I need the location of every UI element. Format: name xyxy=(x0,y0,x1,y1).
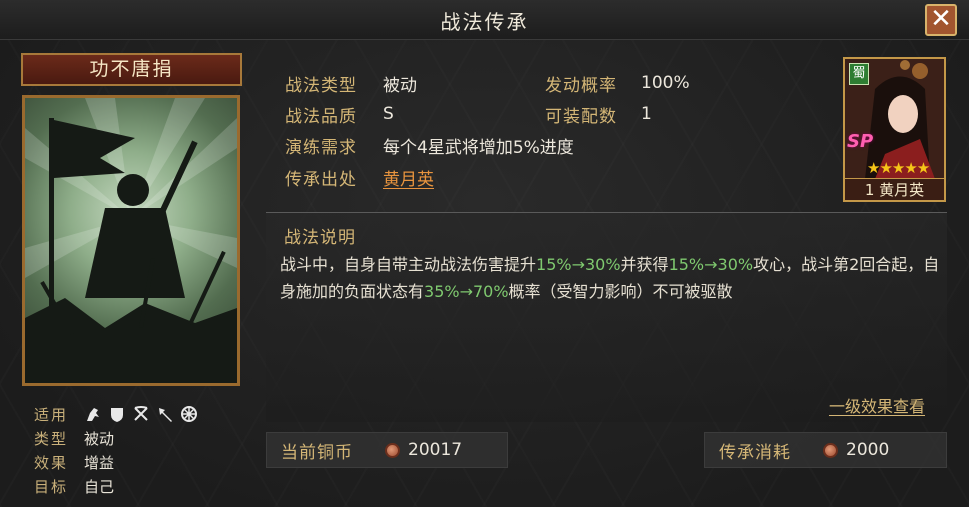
meta-key: 目标 xyxy=(34,477,69,496)
desc-highlight: 15%→30% xyxy=(668,255,754,274)
title-bar: 战法传承 ✕ xyxy=(0,0,969,40)
siege-wheel-icon xyxy=(180,405,198,423)
sp-tag: SP xyxy=(847,131,874,152)
skill-name: 功不唐捐 xyxy=(21,53,242,86)
meta-value: 自己 xyxy=(84,477,115,496)
skill-artwork xyxy=(22,95,240,386)
info-requirement: 演练需求 每个4星武将增加5%进度 xyxy=(285,132,574,158)
info-source: 传承出处 黄月英 xyxy=(285,164,434,190)
meta-row-effect: 效果 增益 xyxy=(34,450,198,474)
info-probability: 发动概率 100% xyxy=(545,70,690,96)
meta-row-target: 目标 自己 xyxy=(34,474,198,498)
desc-part: 概率（受智力影响）不可被驱散 xyxy=(508,282,733,301)
current-coin-box: 当前铜币 20017 xyxy=(266,432,508,468)
cavalry-icon xyxy=(84,405,102,423)
copper-coin-icon xyxy=(823,442,838,458)
cost-label: 传承消耗 xyxy=(719,442,791,463)
meta-row-type: 类型 被动 xyxy=(34,426,198,450)
equip-label: 可装配数 xyxy=(545,106,617,127)
desc-highlight: 15%→30% xyxy=(536,255,621,274)
coin-label: 当前铜币 xyxy=(281,442,353,463)
inherit-cost-box: 传承消耗 2000 xyxy=(704,432,947,468)
desc-part: 战斗中，自身自带主动战法伤害提升 xyxy=(280,255,537,274)
source-label: 传承出处 xyxy=(285,169,357,190)
meta-value: 增益 xyxy=(84,453,115,472)
bow-icon xyxy=(132,405,150,423)
meta-key: 效果 xyxy=(34,453,69,472)
requirement-value: 每个4星武将增加5%进度 xyxy=(383,137,574,158)
hero-level-name: 1 黄月英 xyxy=(845,178,944,200)
coin-value: 20017 xyxy=(408,440,463,460)
probability-label: 发动概率 xyxy=(545,75,617,96)
close-button[interactable]: ✕ xyxy=(925,4,957,36)
equip-value: 1 xyxy=(641,104,652,124)
info-equip: 可装配数 1 xyxy=(545,101,652,127)
desc-highlight: 35%→70% xyxy=(424,282,509,301)
shield-icon xyxy=(108,405,126,423)
type-value: 被动 xyxy=(383,75,417,96)
description-text: 战斗中，自身自带主动战法伤害提升15%→30%并获得15%→30%攻心，战斗第2… xyxy=(280,251,940,305)
source-hero-link[interactable]: 黄月英 xyxy=(383,165,434,190)
info-type: 战法类型 被动 xyxy=(285,70,417,96)
troop-icons xyxy=(84,405,198,423)
description-title: 战法说明 xyxy=(284,228,356,248)
close-icon: ✕ xyxy=(930,4,952,34)
type-label: 战法类型 xyxy=(285,75,357,96)
grade-label: 战法品质 xyxy=(285,106,357,127)
copper-coin-icon xyxy=(385,442,400,458)
meta-key: 适用 xyxy=(34,405,69,424)
skill-meta: 适用 类型 被动 效果 增益 目标 自己 xyxy=(34,402,198,498)
probability-value: 100% xyxy=(641,73,690,93)
faction-badge: 蜀 xyxy=(849,63,869,85)
window-title: 战法传承 xyxy=(440,10,529,34)
description-panel: 战法说明 战斗中，自身自带主动战法伤害提升15%→30%并获得15%→30%攻心… xyxy=(266,212,947,422)
cost-value: 2000 xyxy=(846,440,890,460)
grade-value: S xyxy=(383,104,394,124)
info-grade: 战法品质 S xyxy=(285,101,394,127)
level-effect-link[interactable]: 一级效果查看 xyxy=(829,393,925,417)
spear-icon xyxy=(156,405,174,423)
meta-row-applicable: 适用 xyxy=(34,402,198,426)
hero-stars: ★★★★★ xyxy=(867,159,930,177)
hero-portrait[interactable]: 蜀 SP ★★★★★ 1 黄月英 xyxy=(843,57,946,202)
desc-part: 并获得 xyxy=(620,255,669,274)
meta-value: 被动 xyxy=(84,429,115,448)
meta-key: 类型 xyxy=(34,429,69,448)
requirement-label: 演练需求 xyxy=(285,137,357,158)
